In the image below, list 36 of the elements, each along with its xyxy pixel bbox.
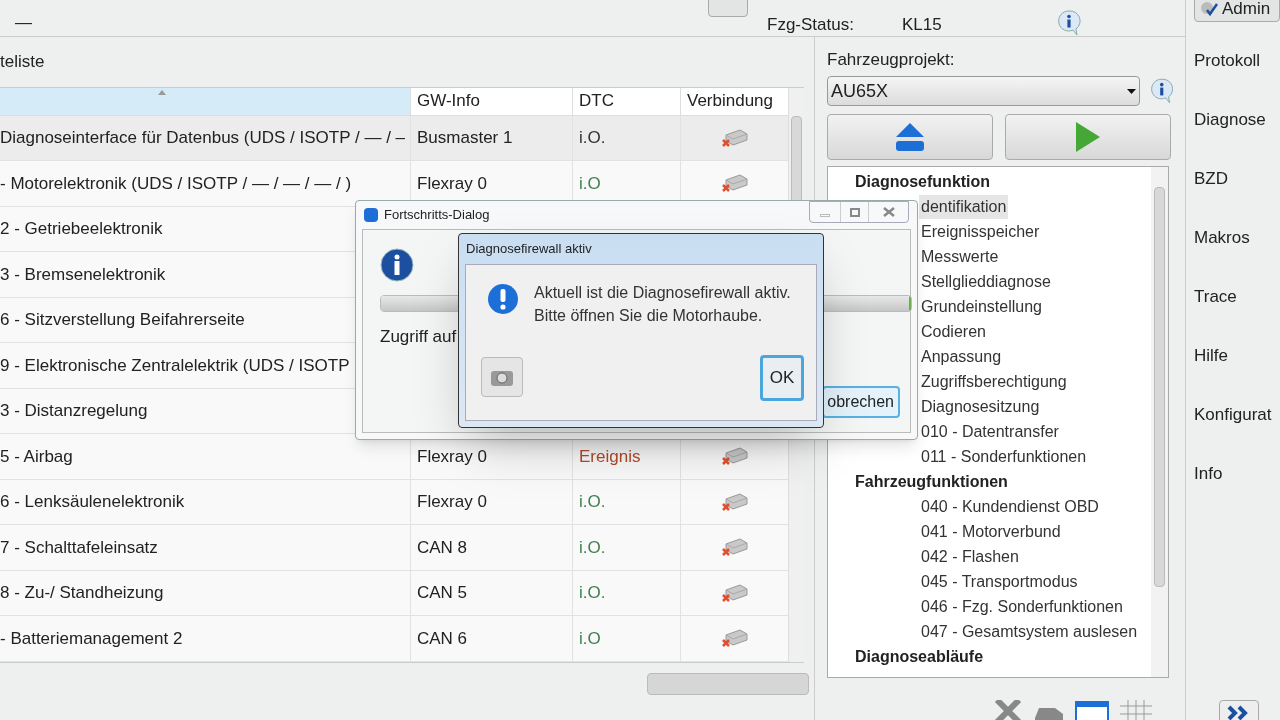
table-cell-text: - Batteriemanagement 2 xyxy=(0,627,183,650)
dialog-title: Diagnosefirewall aktiv xyxy=(466,240,592,259)
progress-text: Zugriff auf xyxy=(380,326,457,348)
table-cell-text: 3 - Bremsenelektronik xyxy=(0,263,166,286)
table-cell-text: i.O. xyxy=(579,582,606,604)
table-cell-text: Flexray 0 xyxy=(417,445,487,468)
table-cell-text: 6 - Lenksäulenelektronik xyxy=(0,491,185,513)
table-cell-text: Flexray 0 xyxy=(417,491,487,513)
panel-title: teliste xyxy=(0,50,45,73)
table-cell-text: CAN 5 xyxy=(417,582,468,604)
table-cell-text: 8 - Zu-/ Standheizung xyxy=(0,582,164,604)
table-cell-text: 9 - Elektronische Zentralelektrik (UDS / ISOTP xyxy=(0,354,350,377)
table-cell-text: i.O xyxy=(579,172,601,195)
alert-message: Bitte öffnen Sie die Motorhaube. xyxy=(534,306,764,326)
table-cell-text: Busmaster 1 xyxy=(417,127,513,149)
table-cell-text: CAN 8 xyxy=(417,536,468,559)
table-cell-text: Ereignis xyxy=(579,445,641,468)
field-label: Fahrzeugprojekt: xyxy=(827,48,956,71)
alert-message: Aktuell ist die Diagnosefirewall aktiv. xyxy=(534,283,791,303)
dash-text: — xyxy=(15,12,32,34)
table-cell-text: Diagnoseinterface für Datenbus (UDS / ISOTP / — / – xyxy=(0,127,406,149)
table-cell-text: i.O. xyxy=(579,491,606,513)
table-cell-text: - Motorelektronik (UDS / ISOTP / — / — / — / ) xyxy=(0,172,352,195)
status-value: KL15 xyxy=(902,14,942,36)
table-cell-text: i.O. xyxy=(579,127,606,149)
table-cell-text: 7 - Schalttafeleinsatz xyxy=(0,536,158,559)
status-label: Fzg-Status: xyxy=(767,14,854,36)
table-cell-text: 3 - Distanzregelung xyxy=(0,400,148,422)
table-cell-text: 6 - Sitzverstellung Beifahrerseite xyxy=(0,309,245,331)
table-cell-text: 5 - Airbag xyxy=(0,445,73,468)
table-cell-text: CAN 6 xyxy=(417,627,468,650)
table-cell-text: i.O. xyxy=(579,536,606,559)
table-cell-text: 2 - Getriebeelektronik xyxy=(0,218,163,240)
dialog-title: Fortschritts-Dialog xyxy=(384,206,490,225)
table-cell-text: i.O xyxy=(579,627,601,650)
table-cell-text: Flexray 0 xyxy=(417,172,487,195)
